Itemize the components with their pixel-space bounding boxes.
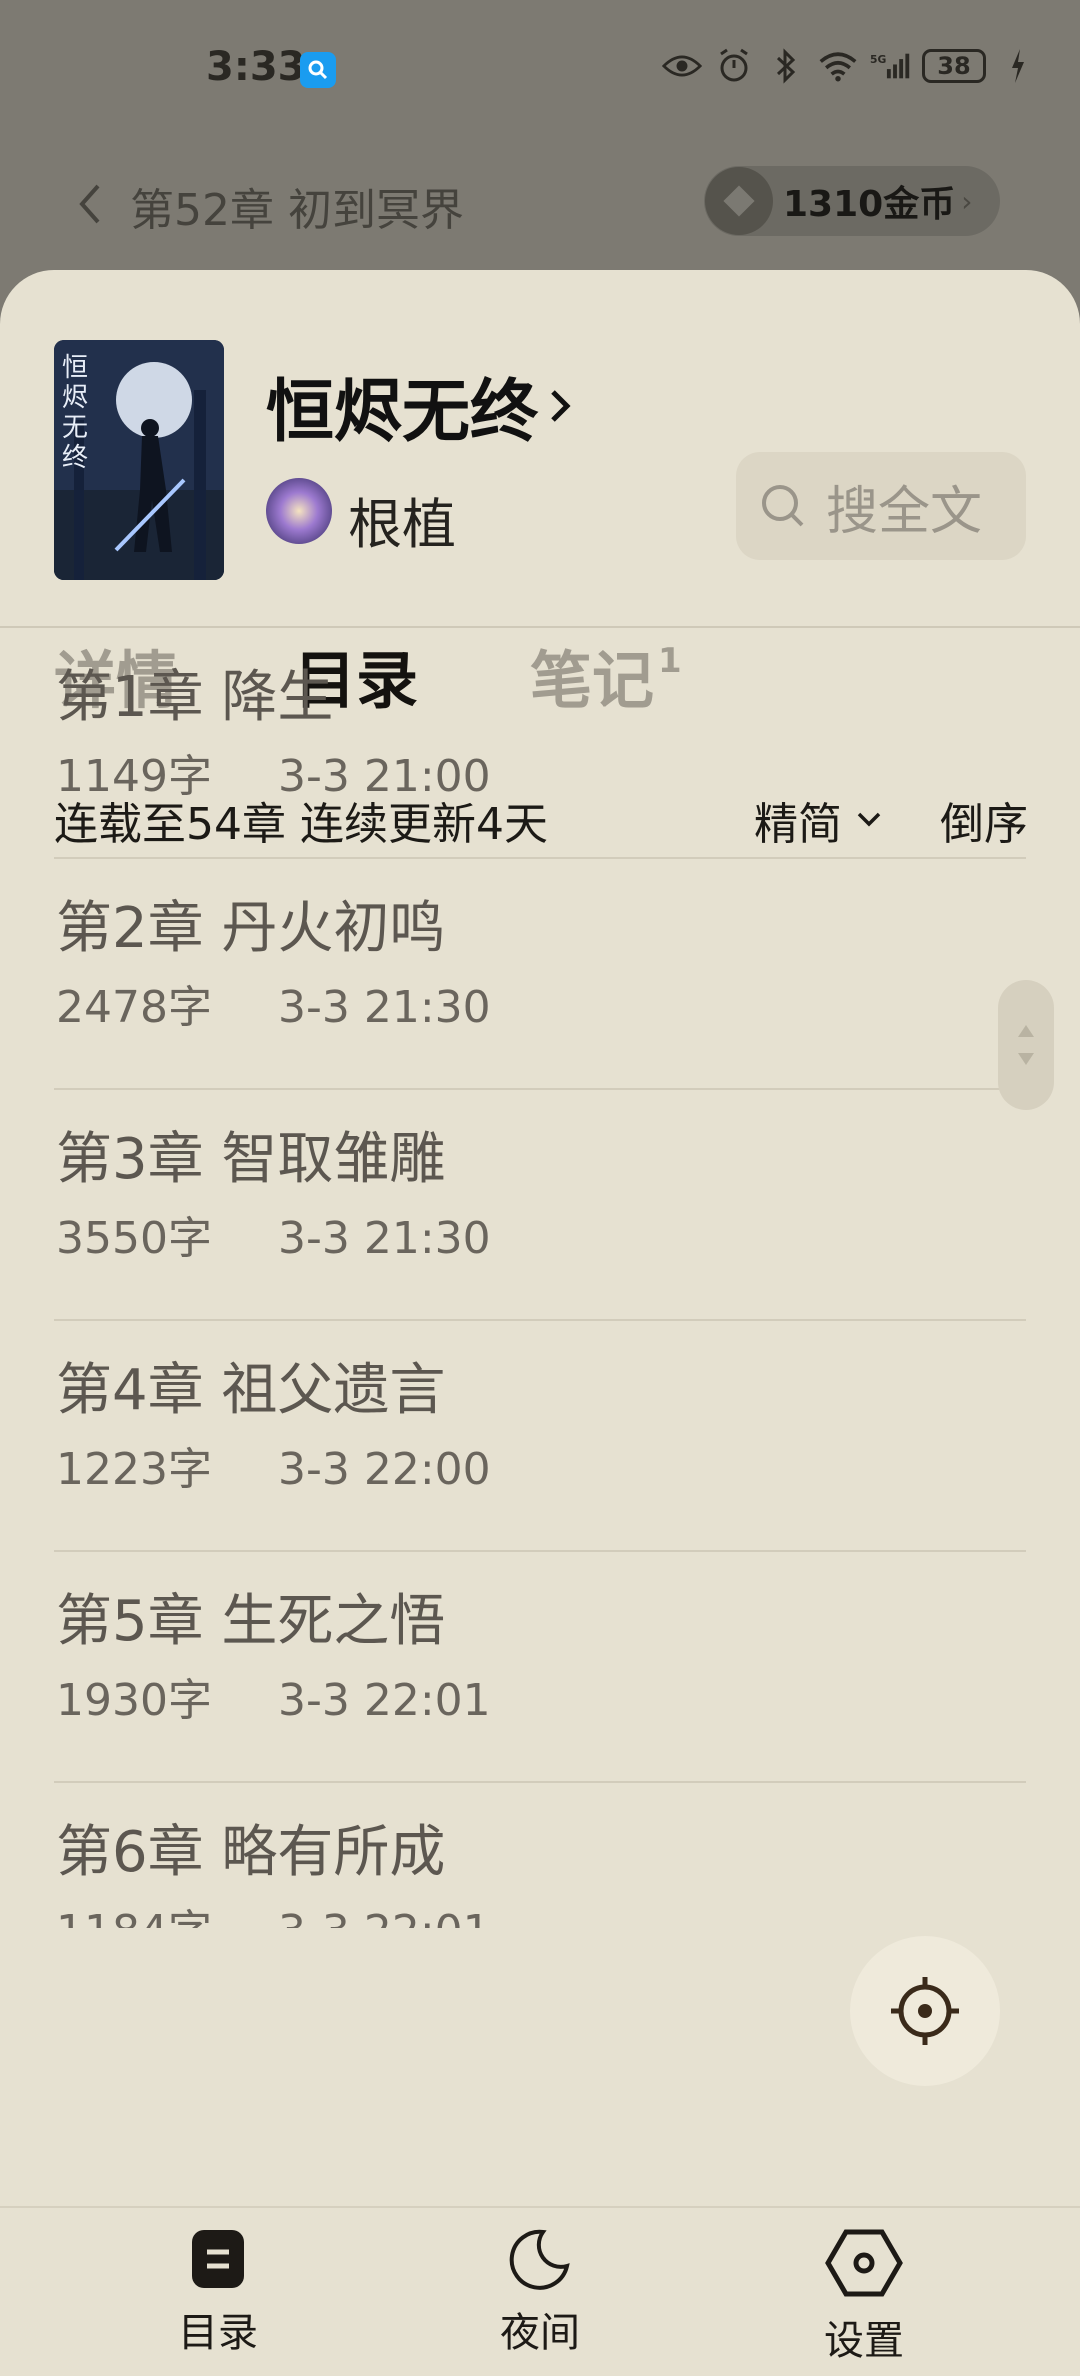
nav-label: 设置 — [824, 2318, 904, 2364]
update-time: 3-3 22:01 — [278, 1906, 491, 1928]
list-item[interactable]: 第2章 丹火初鸣 2478字 3-3 21:30 — [54, 859, 1026, 1090]
coin-icon — [705, 167, 773, 235]
status-bar: 3:33 5G 38 — [0, 0, 1080, 140]
chevron-right-icon: › — [961, 184, 973, 218]
chapter-meta: 1149字 3-3 21:00 — [56, 740, 491, 804]
list-item[interactable]: 第1章 降生 1149字 3-3 21:00 — [54, 628, 1026, 859]
nav-label: 夜间 — [500, 2310, 580, 2356]
update-time: 3-3 21:00 — [277, 751, 491, 802]
word-count: 1149字 — [56, 751, 212, 802]
moon-icon — [509, 2229, 570, 2290]
update-time: 3-3 22:01 — [277, 1675, 491, 1726]
chevron-right-icon — [551, 389, 571, 422]
status-time: 3:33 — [206, 44, 306, 90]
word-count: 1184字 — [56, 1906, 212, 1928]
charging-icon — [998, 46, 1038, 86]
chapter-title: 第6章 略有所成 — [56, 1820, 446, 1885]
current-chapter-title[interactable]: 第52章 初到冥界 — [130, 174, 464, 238]
scroll-handle[interactable] — [998, 980, 1054, 1110]
chapter-title: 第5章 生死之悟 — [56, 1589, 446, 1654]
alarm-icon — [714, 46, 754, 86]
word-count: 2478字 — [56, 982, 212, 1033]
chapter-title: 第4章 祖父遗言 — [56, 1358, 446, 1423]
chapter-title: 第2章 丹火初鸣 — [56, 896, 446, 961]
search-app-icon — [300, 52, 336, 88]
chapter-title: 第3章 智取雏雕 — [56, 1127, 446, 1192]
list-item[interactable]: 第5章 生死之悟 1930字 3-3 22:01 — [54, 1552, 1026, 1783]
nav-toc[interactable]: 目录 — [138, 2228, 298, 2368]
list-item[interactable]: 第4章 祖父遗言 1223字 3-3 22:00 — [54, 1321, 1026, 1552]
author-avatar[interactable] — [266, 478, 332, 544]
list-item[interactable]: 第3章 智取雏雕 3550字 3-3 21:30 — [54, 1090, 1026, 1321]
bottom-nav: 目录 夜间 设置 — [0, 2206, 1080, 2376]
chapter-list: 第1章 降生 1149字 3-3 21:00 第2章 丹火初鸣 2478字 3-3 … — [0, 628, 1080, 1928]
word-count: 3550字 — [56, 1213, 212, 1264]
svg-text:烬: 烬 — [62, 383, 88, 413]
svg-text:5G: 5G — [870, 53, 886, 66]
coin-balance-button[interactable]: 1310金币 › — [704, 166, 1000, 236]
reader-header: 第52章 初到冥界 1310金币 › — [0, 160, 1080, 270]
wifi-icon — [818, 46, 858, 86]
author-name[interactable]: 根植 — [348, 480, 456, 559]
bluetooth-icon — [766, 46, 806, 86]
svg-text:恒: 恒 — [62, 353, 88, 383]
locate-current-chapter-button[interactable] — [850, 1936, 1000, 2086]
book-cover[interactable]: 恒 烬 无 终 — [54, 340, 224, 580]
search-icon — [762, 485, 804, 527]
chapter-meta: 1930字 3-3 22:01 — [56, 1664, 491, 1728]
chapter-meta: 1223字 3-3 22:00 — [56, 1433, 491, 1497]
signal-5g-icon: 5G — [870, 46, 910, 86]
nav-night-mode[interactable]: 夜间 — [460, 2228, 620, 2368]
back-chevron-icon[interactable] — [76, 182, 102, 230]
battery-indicator: 38 — [922, 49, 986, 83]
search-label: 搜全文 — [826, 481, 983, 542]
settings-hexagon-icon — [825, 2229, 903, 2297]
nav-settings[interactable]: 设置 — [784, 2228, 944, 2368]
book-title-link[interactable]: 恒烬无终 — [266, 356, 572, 455]
coin-balance: 1310金币 — [783, 184, 956, 225]
chapter-title: 第1章 降生 — [56, 665, 334, 730]
book-title: 恒烬无终 — [266, 373, 539, 452]
list-item[interactable]: 第6章 略有所成 1184字 3-3 22:01 — [54, 1783, 1026, 1928]
svg-text:无: 无 — [62, 413, 88, 443]
word-count: 1223字 — [56, 1444, 212, 1495]
toc-icon — [192, 2230, 244, 2288]
target-icon — [891, 1977, 959, 2045]
update-time: 3-3 22:00 — [277, 1444, 491, 1495]
scroll-arrows-icon — [1018, 1025, 1034, 1065]
svg-text:终: 终 — [62, 443, 88, 473]
chapter-meta: 1184字 3-3 22:01 — [56, 1895, 491, 1928]
update-time: 3-3 21:30 — [277, 982, 491, 1033]
chapter-meta: 2478字 3-3 21:30 — [56, 971, 491, 1035]
chapter-meta: 3550字 3-3 21:30 — [56, 1202, 491, 1266]
nav-label: 目录 — [178, 2310, 258, 2356]
eye-icon — [662, 46, 702, 86]
word-count: 1930字 — [56, 1675, 212, 1726]
search-full-text-button[interactable]: 搜全文 — [736, 452, 1026, 560]
update-time: 3-3 21:30 — [277, 1213, 491, 1264]
